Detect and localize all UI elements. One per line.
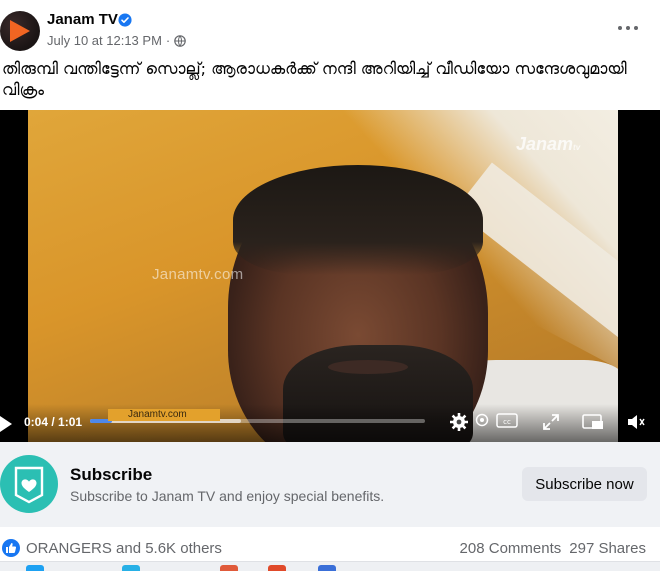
news-ticker: Janamtv.com <box>108 409 220 421</box>
shares-count-link[interactable]: 297 Shares <box>569 540 646 557</box>
settings-icon[interactable] <box>449 412 469 432</box>
play-icon[interactable] <box>0 416 12 432</box>
post-caption: തിരുമ്പി വന്തിട്ടേന്ന് സൊല്ല്; ആരാധകർക്ക… <box>2 59 627 99</box>
comments-count-link[interactable]: 208 Comments <box>460 540 562 557</box>
globe-icon <box>174 34 187 47</box>
video-player[interactable]: Janamtv.com Janamtv 0:04 / 1:01 Janamtv.… <box>0 110 660 442</box>
channel-logo-text: Janam <box>516 134 574 154</box>
post-meta: July 10 at 12:13 PM · <box>47 33 187 48</box>
like-reaction-icon[interactable] <box>2 539 20 557</box>
subscriber-shield-icon <box>14 466 44 504</box>
duration: 1:01 <box>58 415 83 429</box>
reactors-link[interactable]: ORANGERS and 5.6K others <box>26 540 222 557</box>
time-separator: / <box>48 415 59 429</box>
subscribe-badge <box>0 455 58 513</box>
channel-logo: Janamtv <box>516 134 580 155</box>
page-name-link[interactable]: Janam TV <box>47 11 118 28</box>
meta-separator: · <box>165 33 171 48</box>
channel-logo-suffix: tv <box>573 143 581 152</box>
reactions-bar: ORANGERS and 5.6K others 208 Comments 29… <box>0 535 660 561</box>
video-watermark: Janamtv.com <box>152 266 244 283</box>
post-header: Janam TV July 10 at 12:13 PM · <box>0 0 660 56</box>
post-date-link[interactable]: July 10 at 12:13 PM <box>47 33 162 48</box>
fullscreen-icon[interactable] <box>541 412 561 432</box>
current-time: 0:04 <box>24 415 49 429</box>
volume-icon[interactable] <box>626 412 646 432</box>
subscribe-card: Subscribe Subscribe to Janam TV and enjo… <box>0 442 660 527</box>
video-time: 0:04 / 1:01 <box>24 415 82 429</box>
video-frame[interactable]: Janamtv.com Janamtv <box>28 110 618 442</box>
subscribe-now-button[interactable]: Subscribe now <box>522 467 647 501</box>
captions-icon[interactable]: cc <box>496 412 518 432</box>
next-post-preview <box>0 561 660 571</box>
thumbs-up-icon <box>6 543 17 553</box>
svg-text:cc: cc <box>503 418 511 426</box>
subscribe-title: Subscribe <box>70 465 153 484</box>
verified-badge-icon <box>118 13 132 27</box>
subscribe-description: Subscribe to Janam TV and enjoy special … <box>70 488 385 504</box>
video-controls: 0:04 / 1:01 Janamtv.com cc <box>0 404 660 442</box>
picture-in-picture-icon[interactable] <box>582 412 604 432</box>
hd-icon[interactable] <box>474 412 490 432</box>
engagement-counts: 208 Comments 297 Shares <box>460 540 646 557</box>
janam-logo-icon <box>10 20 30 42</box>
more-options-icon[interactable] <box>618 18 638 38</box>
page-avatar[interactable] <box>0 11 40 51</box>
